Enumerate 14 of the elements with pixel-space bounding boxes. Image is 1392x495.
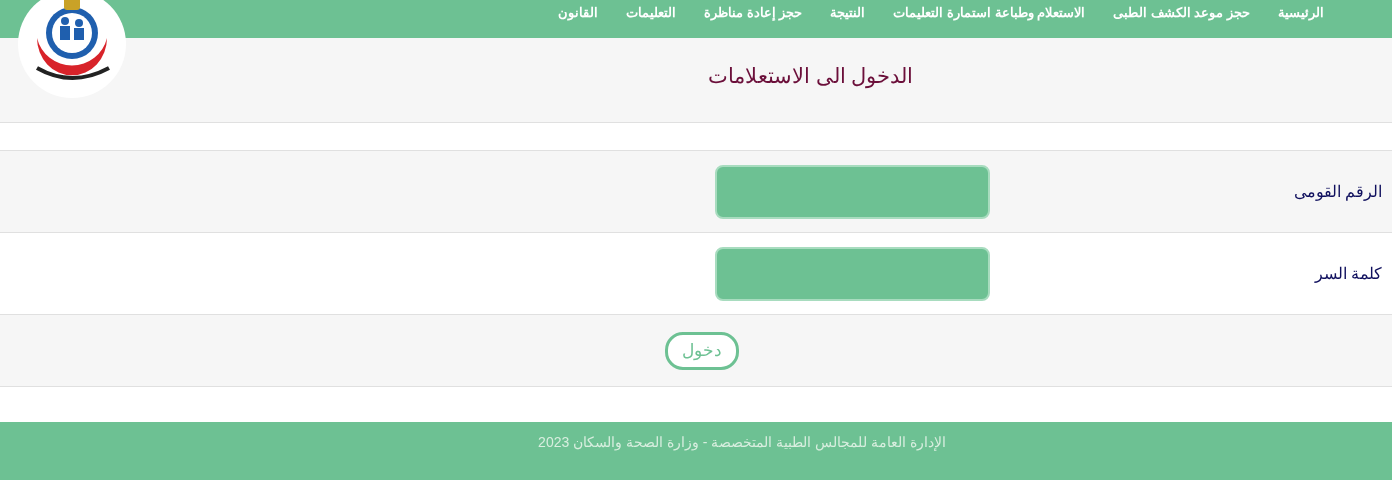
field-label: كلمة السر: [1313, 263, 1383, 285]
input-field[interactable]: [715, 164, 990, 219]
nav-link[interactable]: الاستعلام وطباعة استمارة التعليمات: [893, 3, 1086, 23]
input-field[interactable]: [715, 246, 990, 301]
nav-link[interactable]: التعليمات: [626, 3, 677, 23]
nav-link[interactable]: النتيجة: [830, 3, 866, 23]
nav-link[interactable]: القانون: [558, 3, 599, 23]
nav-link[interactable]: حجز إعادة مناظرة: [704, 3, 803, 23]
login-button[interactable]: دخول: [665, 331, 739, 370]
page-title: الدخول الى الاستعلامات: [706, 63, 914, 91]
footer-text: الإدارة العامة للمجالس الطبية المتخصصة - وزارة الصحة والسكان 2023: [537, 433, 946, 453]
nav-link[interactable]: حجز موعد الكشف الطبى: [1113, 3, 1250, 23]
field-label: الرقم القومى: [1292, 181, 1383, 203]
nav-link[interactable]: الرئيسية: [1278, 3, 1324, 23]
